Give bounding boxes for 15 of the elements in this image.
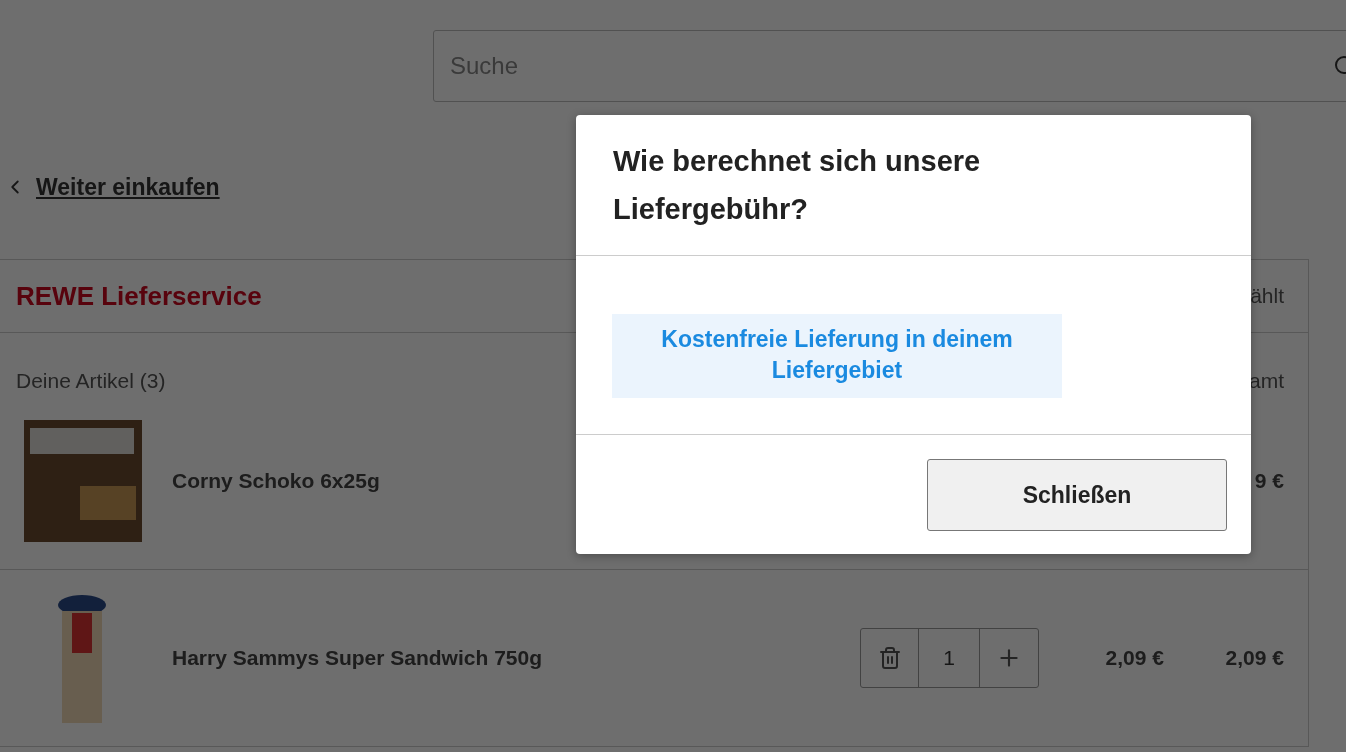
items-count: Deine Artikel (3) <box>16 369 166 393</box>
total-price: 9 € <box>1253 469 1284 493</box>
unit-price: 2,09 € <box>1104 646 1164 670</box>
close-button[interactable]: Schließen <box>927 459 1227 531</box>
product-name: Harry Sammys Super Sandwich 750g <box>172 646 543 670</box>
quantity-value: 1 <box>919 629 980 687</box>
column-header: amt <box>1249 369 1284 393</box>
header-text: ählt <box>1250 284 1284 308</box>
continue-shopping-link[interactable]: Weiter einkaufen <box>36 173 220 201</box>
dialog-title: Wie berechnet sich unsere Liefergebühr? <box>612 144 982 227</box>
product-name: Corny Schoko 6x25g <box>172 469 381 493</box>
total-price: 2,09 € <box>1224 646 1284 670</box>
delivery-info-link[interactable]: Kostenfreie Lieferung in deinem Liefergebiet <box>612 314 1062 398</box>
store-title: REWE Lieferservice <box>16 280 262 312</box>
trash-icon <box>877 646 902 670</box>
